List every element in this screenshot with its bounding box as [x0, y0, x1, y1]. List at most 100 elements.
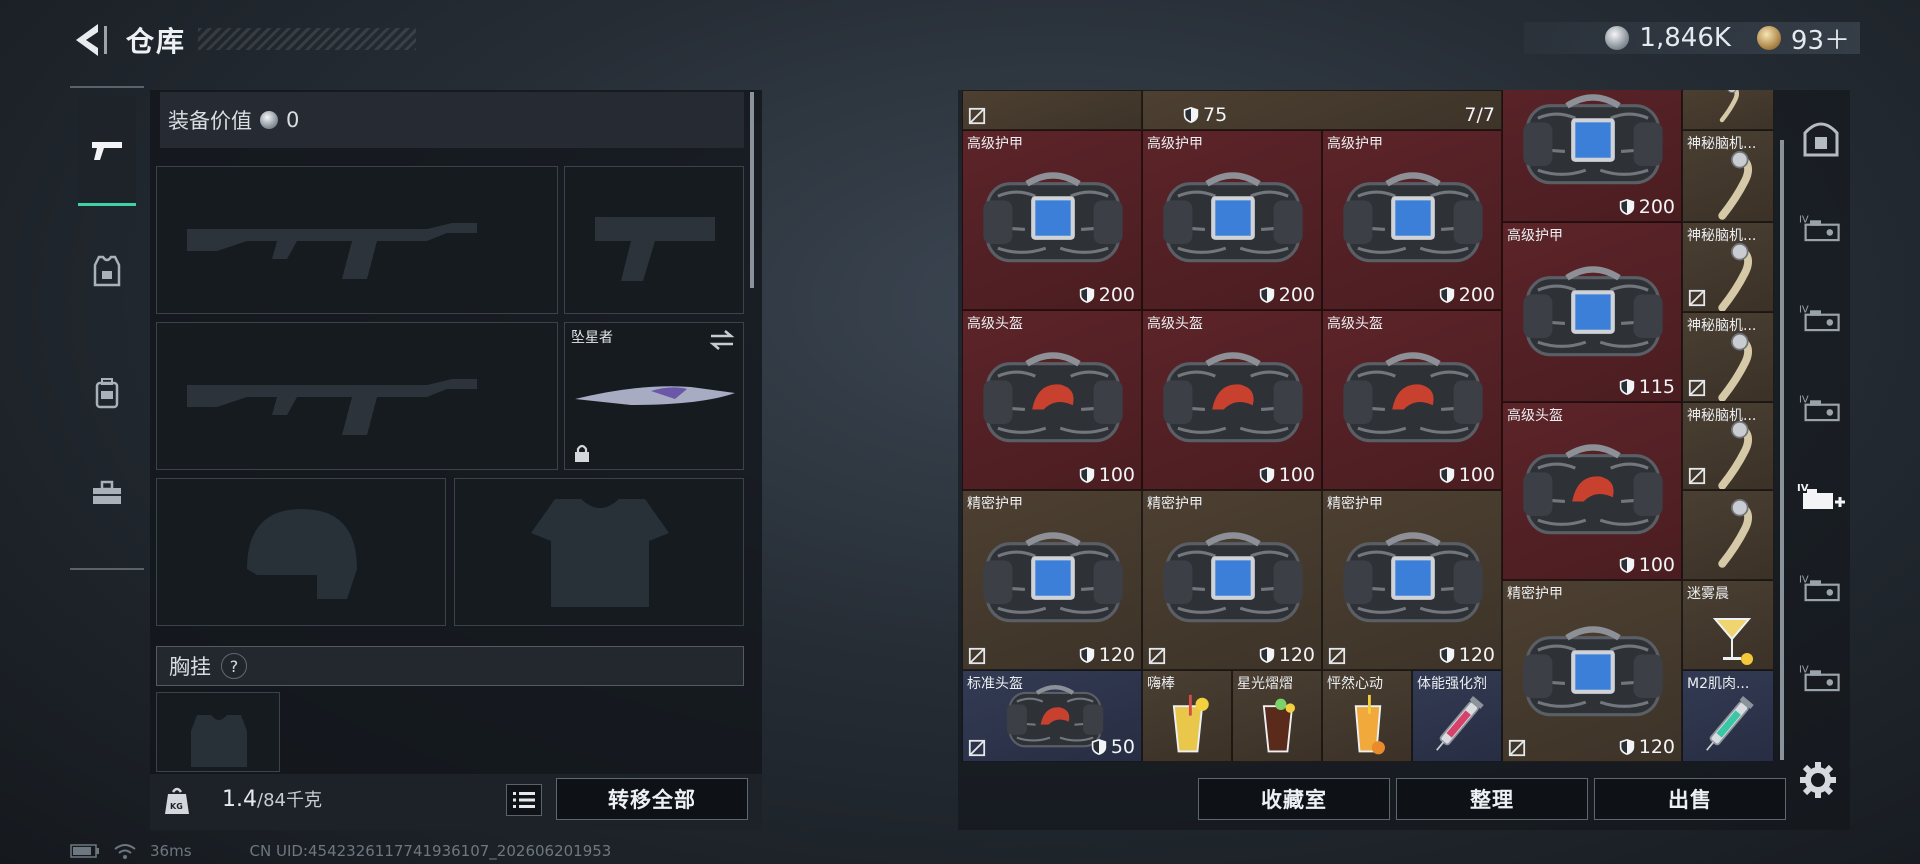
- item-value: 200: [1079, 284, 1135, 306]
- item-cell[interactable]: 高级护甲 200: [1142, 130, 1322, 310]
- silver-coin-icon: [1605, 26, 1630, 50]
- cocktail-icon: [1707, 599, 1757, 669]
- help-icon[interactable]: ?: [221, 653, 247, 679]
- equipment-scrollbar[interactable]: [750, 92, 754, 288]
- no-insurance-icon: [1688, 379, 1706, 397]
- shield-icon: [1619, 378, 1635, 396]
- case-tab[interactable]: [1792, 548, 1850, 628]
- case-tab[interactable]: [1792, 638, 1850, 718]
- shield-icon: [1259, 286, 1275, 304]
- item-cell[interactable]: 标准头盔 50: [962, 670, 1142, 762]
- item-value: 120: [1619, 736, 1675, 758]
- status-line: 36ms CN UID:4542326117741936107_20260620…: [70, 842, 611, 860]
- item-cell[interactable]: 高级头盔 100: [1142, 310, 1322, 490]
- safe-box-icon: [1803, 122, 1839, 157]
- item-cell[interactable]: 高级头盔 100: [1322, 310, 1502, 490]
- item-cell[interactable]: [1682, 490, 1774, 580]
- no-insurance-icon: [1148, 647, 1166, 665]
- no-insurance-icon: [1328, 647, 1346, 665]
- storage-scrollbar[interactable]: [1780, 140, 1784, 760]
- vest-silhouette-icon: [531, 499, 669, 607]
- safe-box-tab[interactable]: [1792, 98, 1850, 178]
- case-add-tab[interactable]: IV: [1792, 458, 1850, 538]
- user-uid: CN UID:4542326117741936107_202606201953: [249, 842, 612, 860]
- item-cell[interactable]: 高级头盔 100: [962, 310, 1142, 490]
- back-arrow-icon[interactable]: [70, 20, 114, 60]
- item-cell[interactable]: 嗨棒: [1142, 670, 1232, 762]
- item-cell[interactable]: 体能强化剂: [1412, 670, 1502, 762]
- gear-icon[interactable]: [1798, 760, 1838, 800]
- helmet-bag-icon: [1335, 345, 1491, 449]
- item-name: 嗨棒: [1147, 676, 1175, 692]
- item-cell[interactable]: 精密护甲 120: [1502, 580, 1682, 762]
- rifle-silhouette-icon: [187, 379, 477, 435]
- shield-icon: [1619, 556, 1635, 574]
- tab-backpack[interactable]: [78, 338, 136, 448]
- item-value: 200: [1259, 284, 1315, 306]
- case-tab[interactable]: [1792, 188, 1850, 268]
- tab-weapons[interactable]: [78, 96, 136, 206]
- neural-device-icon: [1701, 151, 1761, 221]
- item-cell[interactable]: 精密护甲 120: [962, 490, 1142, 670]
- sidearm-slot[interactable]: [564, 166, 744, 314]
- container-rail: IV: [1792, 92, 1850, 728]
- transfer-all-button[interactable]: 转移全部: [556, 778, 748, 820]
- case-tab[interactable]: [1792, 278, 1850, 358]
- melee-slot[interactable]: 坠星者: [564, 322, 744, 470]
- item-cell[interactable]: 高级护甲 115: [1502, 222, 1682, 402]
- neural-device-icon: [1697, 90, 1757, 123]
- item-cell[interactable]: 75 7/7: [1142, 90, 1502, 130]
- item-cell[interactable]: 高级头盔 100: [1502, 402, 1682, 580]
- neural-device-icon: [1701, 243, 1761, 312]
- toolbox-icon: [93, 480, 121, 504]
- shield-icon: [1259, 466, 1275, 484]
- organize-button[interactable]: 整理: [1396, 778, 1588, 820]
- item-cell[interactable]: 神秘脑机...: [1682, 130, 1774, 222]
- armor-bag-icon: [1515, 619, 1671, 723]
- item-cell[interactable]: 神秘脑机...: [1682, 312, 1774, 402]
- item-value: 200: [1619, 196, 1675, 218]
- list-view-button[interactable]: [506, 784, 542, 816]
- neural-device-icon: [1701, 421, 1761, 490]
- primary-weapon-slot[interactable]: [156, 166, 558, 314]
- item-cell[interactable]: 神秘脑机...: [1682, 402, 1774, 490]
- item-value: 120: [1079, 644, 1135, 666]
- item-cell[interactable]: 神秘脑机...: [1682, 222, 1774, 312]
- battery-icon: [70, 844, 99, 858]
- item-cell[interactable]: 精密护甲 120: [1322, 490, 1502, 670]
- lock-icon: [575, 444, 589, 462]
- tab-toolbox[interactable]: [78, 438, 136, 548]
- armor-slot[interactable]: [454, 478, 744, 626]
- case-tab[interactable]: [1792, 368, 1850, 448]
- swap-arrows-icon[interactable]: [709, 329, 735, 351]
- sell-button[interactable]: 出售: [1594, 778, 1786, 820]
- item-name: 精密护甲: [1507, 586, 1563, 602]
- collection-room-button[interactable]: 收藏室: [1198, 778, 1390, 820]
- pistol-silhouette-icon: [595, 217, 715, 281]
- secondary-weapon-slot[interactable]: [156, 322, 558, 470]
- item-cell[interactable]: 星光熠熠: [1232, 670, 1322, 762]
- tab-armor[interactable]: [78, 216, 136, 326]
- item-cell[interactable]: [962, 90, 1142, 130]
- equipment-value: 0: [286, 108, 300, 132]
- item-cell[interactable]: 精密护甲 120: [1142, 490, 1322, 670]
- helmet-slot[interactable]: [156, 478, 446, 626]
- no-insurance-icon: [1688, 467, 1706, 485]
- item-name: 高级护甲: [1507, 228, 1563, 244]
- item-cell[interactable]: 高级护甲 200: [962, 130, 1142, 310]
- item-cell[interactable]: M2肌肉...: [1682, 670, 1774, 762]
- item-name: 怦然心动: [1327, 676, 1383, 692]
- gold-balance[interactable]: 93＋: [1791, 20, 1850, 57]
- item-cell[interactable]: 怦然心动: [1322, 670, 1412, 762]
- item-cell[interactable]: 迷雾晨: [1682, 580, 1774, 670]
- item-name: 神秘脑机...: [1687, 228, 1757, 244]
- chest-rig-slot[interactable]: [156, 692, 280, 772]
- gold-coin-icon: [1756, 26, 1781, 50]
- weight-current: 1.4: [222, 787, 257, 812]
- item-name: 精密护甲: [1147, 496, 1203, 512]
- helmet-silhouette-icon: [247, 509, 357, 599]
- item-cell[interactable]: 高级护甲 200: [1322, 130, 1502, 310]
- item-cell[interactable]: [1682, 90, 1774, 130]
- item-cell[interactable]: 200: [1502, 90, 1682, 222]
- helmet-bag-icon: [1515, 437, 1671, 541]
